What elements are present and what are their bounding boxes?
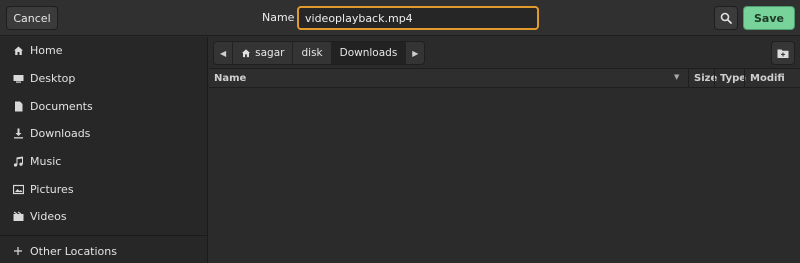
path-bar: ◀ sagar disk Downloads ▶	[213, 41, 426, 65]
crumb-label: Downloads	[339, 47, 398, 59]
sidebar-item-label: Pictures	[30, 182, 74, 196]
new-folder-button[interactable]	[771, 41, 795, 65]
column-name-label: Name	[214, 73, 247, 84]
crumb-downloads[interactable]: Downloads	[331, 42, 407, 64]
crumb-label: disk	[301, 47, 323, 59]
column-modified-label: Modified	[750, 73, 784, 84]
path-forward-button[interactable]: ▶	[406, 42, 424, 64]
picture-icon	[12, 183, 24, 195]
sidebar-item-label: Home	[30, 43, 63, 57]
crumb-home[interactable]: sagar	[233, 42, 294, 64]
sidebar-item-other-locations[interactable]: Other Locations	[0, 239, 208, 263]
new-folder-icon	[777, 49, 789, 58]
vertical-scrollbar[interactable]	[784, 88, 800, 263]
sidebar-item-desktop[interactable]: Desktop	[0, 66, 208, 90]
sidebar-item-label: Other Locations	[30, 244, 117, 258]
path-back-button[interactable]: ◀	[214, 42, 234, 64]
crumb-label: sagar	[255, 47, 285, 59]
sidebar-item-pictures[interactable]: Pictures	[0, 177, 208, 201]
column-type-label: Type	[720, 73, 747, 84]
column-header-row: Name ▼ Size Type Modified	[209, 68, 800, 88]
search-button[interactable]	[714, 6, 738, 30]
sidebar-item-label: Music	[30, 154, 62, 168]
cancel-button[interactable]: Cancel	[6, 6, 58, 30]
places-sidebar: Home Desktop Documents Downloads Music P…	[0, 37, 208, 263]
sidebar-item-label: Documents	[30, 99, 93, 113]
sidebar-item-documents[interactable]: Documents	[0, 94, 208, 118]
search-icon	[720, 12, 732, 24]
name-label: Name	[262, 11, 295, 24]
desktop-icon	[12, 72, 24, 84]
header-bar: Cancel Name Save	[0, 0, 800, 36]
column-name[interactable]: Name	[209, 69, 688, 88]
sidebar-item-downloads[interactable]: Downloads	[0, 121, 208, 145]
video-icon	[12, 210, 24, 222]
column-modified[interactable]: Modified	[744, 69, 784, 88]
column-size[interactable]: Size	[688, 69, 717, 88]
sidebar-divider	[0, 235, 208, 236]
music-icon	[12, 155, 24, 167]
home-icon	[12, 44, 24, 56]
document-icon	[12, 100, 24, 112]
file-browser: ◀ sagar disk Downloads ▶ Name ▼ Size Typ…	[209, 37, 800, 263]
sidebar-item-label: Videos	[30, 209, 67, 223]
column-type[interactable]: Type	[714, 69, 747, 88]
sort-descending-icon: ▼	[674, 73, 680, 81]
home-icon	[242, 49, 251, 58]
sidebar-item-home[interactable]: Home	[0, 38, 208, 62]
filename-input[interactable]	[297, 6, 539, 30]
sidebar-item-videos[interactable]: Videos	[0, 204, 208, 228]
save-button[interactable]: Save	[743, 6, 795, 30]
chevron-left-icon: ◀	[220, 48, 227, 58]
plus-icon	[12, 245, 24, 257]
sidebar-item-label: Downloads	[30, 126, 91, 140]
sidebar-item-label: Desktop	[30, 71, 76, 85]
sidebar-item-music[interactable]: Music	[0, 149, 208, 173]
chevron-right-icon: ▶	[412, 48, 419, 58]
crumb-disk[interactable]: disk	[293, 42, 332, 64]
download-icon	[12, 127, 24, 139]
